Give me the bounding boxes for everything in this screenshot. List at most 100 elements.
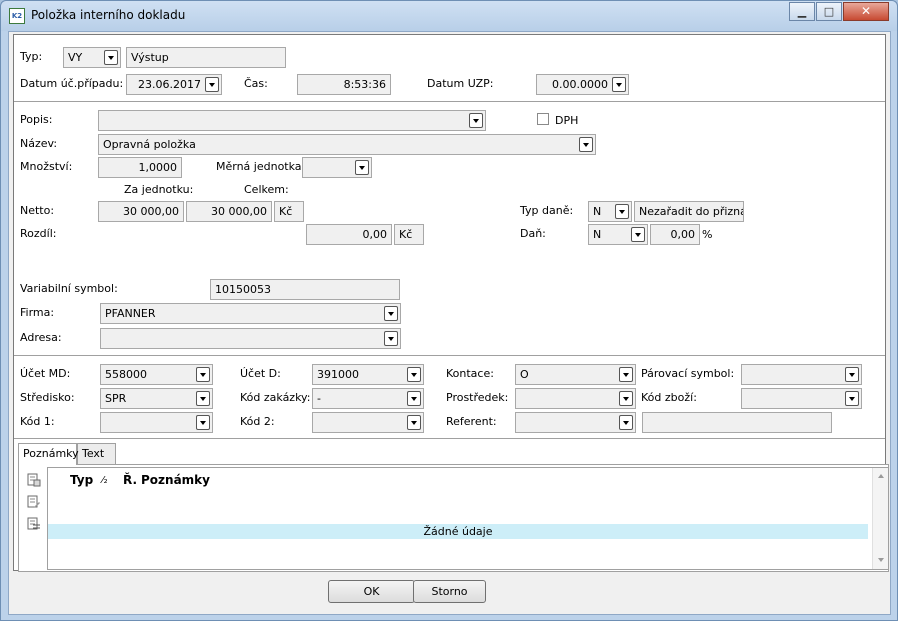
- dan-label: Daň:: [520, 227, 546, 240]
- dialog-window: K2 Položka interního dokladu ▁ □ ✕ Typ: …: [0, 0, 898, 621]
- chevron-down-icon[interactable]: [407, 391, 421, 406]
- kontace-select[interactable]: O: [515, 364, 636, 385]
- chevron-down-icon[interactable]: [407, 367, 421, 382]
- minimize-button[interactable]: ▁: [789, 2, 815, 21]
- mnozstvi-field[interactable]: 1,0000: [98, 157, 182, 178]
- chevron-down-icon[interactable]: [619, 415, 633, 430]
- chevron-down-icon[interactable]: [196, 391, 210, 406]
- firma-value: PFANNER: [105, 307, 156, 320]
- chevron-down-icon[interactable]: [205, 77, 219, 92]
- chevron-down-icon[interactable]: [407, 415, 421, 430]
- vs-label: Variabilní symbol:: [20, 282, 118, 295]
- chevron-down-icon[interactable]: [196, 367, 210, 382]
- nazev-field[interactable]: Opravná položka: [98, 134, 596, 155]
- referent-label: Referent:: [446, 415, 497, 428]
- chevron-down-icon[interactable]: [384, 331, 398, 346]
- chevron-down-icon[interactable]: [579, 137, 593, 152]
- maximize-icon: □: [823, 5, 835, 18]
- referent-name-field: [642, 412, 832, 433]
- ucet-md-select[interactable]: 558000: [100, 364, 213, 385]
- stredisko-label: Středisko:: [20, 391, 75, 404]
- chevron-down-icon[interactable]: [469, 113, 483, 128]
- chevron-down-icon[interactable]: [612, 77, 626, 92]
- stredisko-value: SPR: [105, 392, 127, 405]
- chevron-down-icon[interactable]: [845, 367, 859, 382]
- ucet-md-label: Účet MD:: [20, 367, 71, 380]
- chevron-down-icon[interactable]: [104, 50, 118, 65]
- adresa-label: Adresa:: [20, 331, 62, 344]
- referent-select[interactable]: [515, 412, 636, 433]
- empty-row: Žádné údaje: [48, 524, 868, 539]
- chevron-down-icon[interactable]: [384, 306, 398, 321]
- parovaci-label: Párovací symbol:: [641, 367, 735, 380]
- stredisko-select[interactable]: SPR: [100, 388, 213, 409]
- title-bar[interactable]: K2 Položka interního dokladu ▁ □ ✕: [1, 1, 897, 31]
- col-header-typ[interactable]: Typ: [70, 473, 93, 489]
- vs-field[interactable]: 10150053: [210, 279, 400, 300]
- kod-zbozi-select[interactable]: [741, 388, 862, 409]
- scroll-arrows-icon[interactable]: [873, 468, 889, 569]
- col-header-poznamky[interactable]: Poznámky: [141, 473, 210, 489]
- close-icon: ✕: [860, 4, 872, 18]
- col-header-r[interactable]: Ř.: [123, 473, 137, 489]
- dph-checkbox[interactable]: [537, 113, 549, 125]
- adresa-select[interactable]: [100, 328, 401, 349]
- mj-select[interactable]: [302, 157, 372, 178]
- close-button[interactable]: ✕: [843, 2, 889, 21]
- cas-label: Čas:: [244, 77, 268, 90]
- notes-panel: Typ ⁄₂ Ř. Poznámky Žádné údaje: [18, 464, 889, 572]
- chevron-down-icon[interactable]: [355, 160, 369, 175]
- form-frame: Typ: VY Výstup Datum úč.případu: 23.06.2…: [13, 34, 889, 572]
- chevron-down-icon[interactable]: [619, 367, 633, 382]
- sort-icon[interactable]: ⁄₂: [102, 475, 108, 491]
- tab-poznamky[interactable]: Poznámky: [18, 443, 79, 465]
- typ-dane-label: Typ daně:: [520, 204, 574, 217]
- chevron-down-icon[interactable]: [845, 391, 859, 406]
- chevron-down-icon[interactable]: [619, 391, 633, 406]
- chevron-down-icon[interactable]: [196, 415, 210, 430]
- kod1-label: Kód 1:: [20, 415, 55, 428]
- firma-select[interactable]: PFANNER: [100, 303, 401, 324]
- netto-unit-field[interactable]: 30 000,00: [98, 201, 184, 222]
- notes-grid[interactable]: Typ ⁄₂ Ř. Poznámky Žádné údaje: [47, 467, 889, 570]
- kod2-select[interactable]: [312, 412, 424, 433]
- storno-button[interactable]: Storno: [413, 580, 486, 603]
- popis-field[interactable]: [98, 110, 486, 131]
- kod-zakazky-value: -: [317, 392, 321, 405]
- add-note-icon[interactable]: [27, 473, 41, 487]
- chevron-down-icon[interactable]: [615, 204, 629, 219]
- prostredek-select[interactable]: [515, 388, 636, 409]
- mnozstvi-label: Množství:: [20, 160, 73, 173]
- uzp-field[interactable]: 0.00.0000: [536, 74, 629, 95]
- ucet-d-label: Účet D:: [240, 367, 281, 380]
- typ-code-value: VY: [68, 51, 83, 64]
- typ-dane-select[interactable]: N: [588, 201, 632, 222]
- netto-total-field[interactable]: 30 000,00: [186, 201, 272, 222]
- delete-note-icon[interactable]: [27, 517, 41, 531]
- parovaci-select[interactable]: [741, 364, 862, 385]
- kod-zakazky-label: Kód zakázky:: [240, 391, 311, 404]
- ok-button[interactable]: OK: [328, 580, 415, 603]
- dan-value-field[interactable]: 0,00: [650, 224, 700, 245]
- tab-text[interactable]: Text: [77, 443, 116, 464]
- kod-zakazky-select[interactable]: -: [312, 388, 424, 409]
- edit-note-icon[interactable]: [27, 495, 41, 509]
- cas-field[interactable]: 8:53:36: [297, 74, 391, 95]
- datum-field[interactable]: 23.06.2017: [126, 74, 222, 95]
- firma-label: Firma:: [20, 306, 55, 319]
- dan-percent-label: %: [702, 228, 713, 241]
- maximize-button[interactable]: □: [816, 2, 842, 21]
- dan-select[interactable]: N: [588, 224, 648, 245]
- datum-label: Datum úč.případu:: [20, 77, 124, 90]
- uzp-label: Datum UZP:: [427, 77, 494, 90]
- separator: [14, 101, 885, 102]
- typ-code-select[interactable]: VY: [63, 47, 121, 68]
- celkem-label: Celkem:: [244, 183, 289, 196]
- kod1-select[interactable]: [100, 412, 213, 433]
- popis-label: Popis:: [20, 113, 53, 126]
- chevron-down-icon[interactable]: [631, 227, 645, 242]
- ucet-d-select[interactable]: 391000: [312, 364, 424, 385]
- notes-scrollbar[interactable]: [872, 468, 888, 569]
- dph-label: DPH: [555, 114, 579, 127]
- mj-label: Měrná jednotka:: [216, 160, 306, 173]
